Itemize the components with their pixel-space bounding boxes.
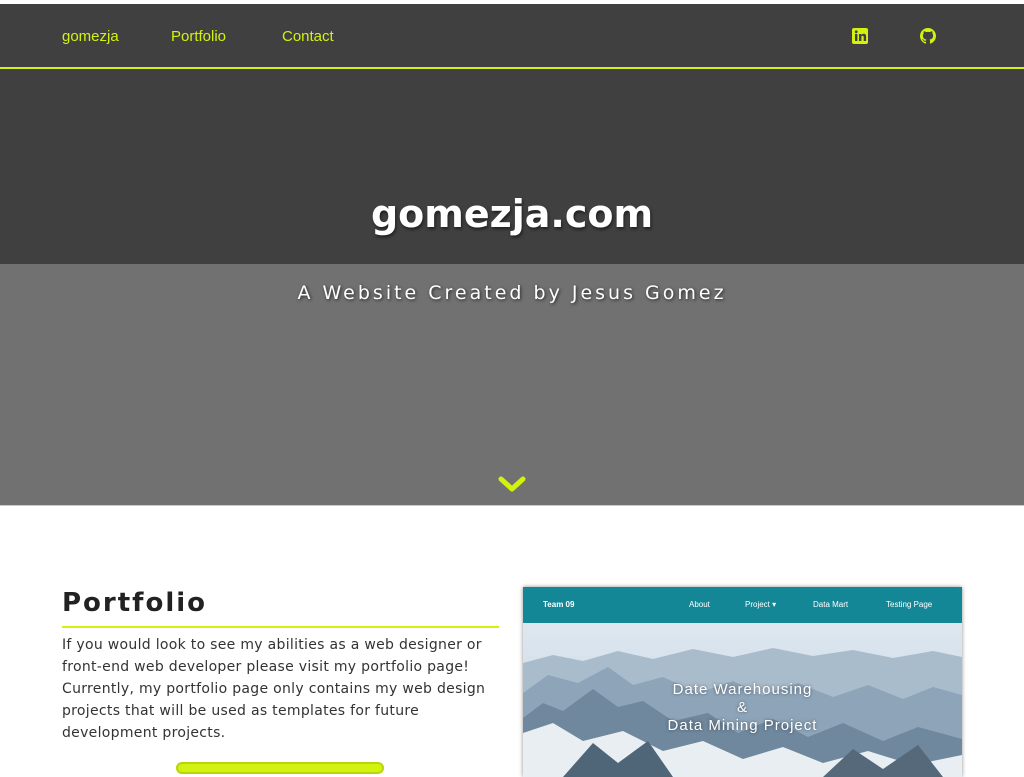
- hero-subtitle: A Website Created by Jesus Gomez: [297, 282, 727, 304]
- preview-title-line1: Date Warehousing: [672, 681, 813, 698]
- preview-title-line3: Data Mining Project: [667, 717, 818, 734]
- portfolio-button[interactable]: [176, 762, 384, 774]
- nav-link-portfolio[interactable]: Portfolio: [171, 28, 226, 45]
- hero-title: gomezja.com: [370, 192, 654, 236]
- preview-brand: Team 09: [543, 600, 575, 609]
- nav-link-contact[interactable]: Contact: [282, 28, 334, 45]
- chevron-down-icon[interactable]: [498, 476, 526, 494]
- preview-link-about: About: [689, 600, 710, 609]
- nav-brand-link[interactable]: gomezja: [62, 28, 119, 45]
- portfolio-heading: Portfolio: [62, 588, 208, 618]
- linkedin-icon[interactable]: [852, 28, 868, 44]
- preview-link-testing: Testing Page: [886, 600, 933, 609]
- github-icon[interactable]: [920, 28, 936, 44]
- navbar: gomezja Portfolio Contact: [0, 4, 1024, 67]
- portfolio-heading-rule: [62, 626, 499, 628]
- preview-link-project: Project ▾: [745, 600, 777, 609]
- preview-navbar: Team 09 About Project ▾ Data Mart Testin…: [523, 587, 962, 623]
- portfolio-description: If you would look to see my abilities as…: [62, 637, 486, 741]
- hero-divider: [0, 505, 1024, 506]
- preview-title-line2: &: [736, 699, 748, 716]
- preview-title: Date Warehousing & Data Mining Project: [523, 681, 962, 735]
- preview-link-data-mart: Data Mart: [813, 600, 849, 609]
- portfolio-preview-card[interactable]: Team 09 About Project ▾ Data Mart Testin…: [523, 587, 962, 777]
